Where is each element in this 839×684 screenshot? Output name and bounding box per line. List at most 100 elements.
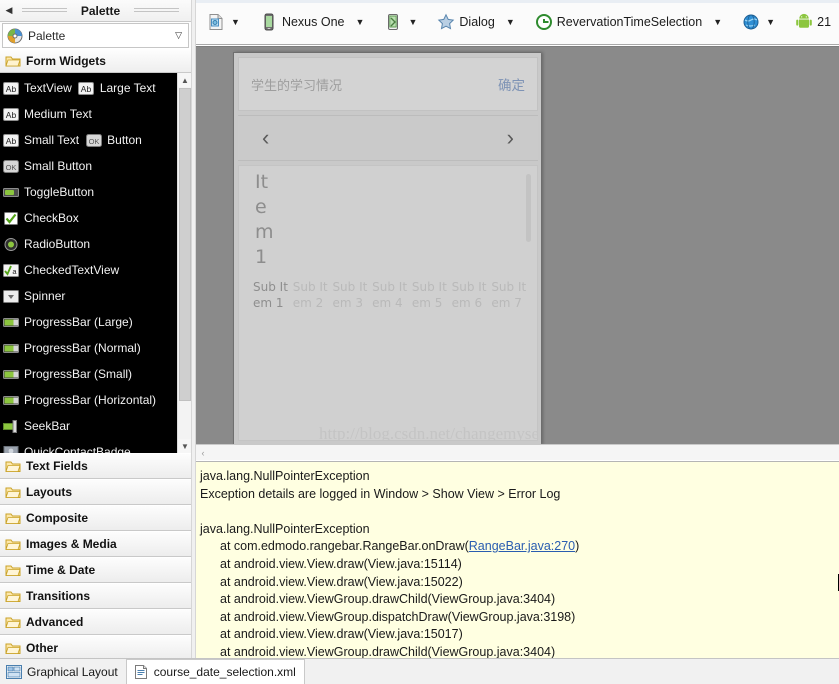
palette-category-label: Advanced bbox=[26, 615, 84, 629]
widget-row: ProgressBar (Normal) bbox=[2, 335, 177, 361]
toolbar-locale-chooser[interactable]: ▼ bbox=[739, 9, 784, 35]
palette-category-images-media[interactable]: Images & Media bbox=[0, 531, 191, 557]
palette-category-label: Images & Media bbox=[26, 537, 117, 551]
toolbar-device-chooser[interactable]: Nexus One ▼ bbox=[257, 9, 373, 35]
preview-subitem: Sub Item 7 bbox=[491, 280, 527, 310]
svg-text:Ab: Ab bbox=[5, 84, 16, 94]
palette-widget-small-button[interactable]: OK Small Button bbox=[2, 153, 98, 179]
palette-widget-progressbar-normal[interactable]: ProgressBar (Normal) bbox=[2, 335, 147, 361]
log-line: at android.view.View.draw(View.java:1511… bbox=[220, 556, 462, 571]
chevron-down-icon[interactable]: ▼ bbox=[760, 17, 781, 27]
preview-list-body[interactable]: Item 1 Sub Item 1 Sub Item 2 Sub Item 3 Sub… bbox=[238, 165, 538, 441]
palette-widget-radiobutton[interactable]: RadioButton bbox=[2, 231, 96, 257]
log-line: Exception details are logged in Window >… bbox=[200, 486, 561, 501]
orientation-icon bbox=[384, 13, 402, 31]
folder-open-icon bbox=[5, 54, 21, 68]
chevron-down-icon[interactable]: ▼ bbox=[707, 17, 728, 27]
toolbar-api-level-chooser[interactable]: 21 bbox=[792, 9, 839, 35]
palette-selector-combo[interactable]: Palette ▽ bbox=[2, 23, 189, 48]
palette-category-label: Time & Date bbox=[26, 563, 96, 577]
canvas-horizontal-scrollbar[interactable]: ‹ bbox=[196, 444, 839, 460]
palette-widget-checkedtextview[interactable]: a CheckedTextView bbox=[2, 257, 125, 283]
editor-tab-course-date-selection-xml[interactable]: course_date_selection.xml bbox=[126, 659, 305, 684]
palette-group-form-widgets[interactable]: Form Widgets bbox=[0, 48, 191, 73]
folder-icon bbox=[5, 511, 21, 525]
palette-category-time-date[interactable]: Time & Date bbox=[0, 557, 191, 583]
palette-widget-spinner[interactable]: Spinner bbox=[2, 283, 71, 309]
folder-icon bbox=[5, 615, 21, 629]
scroll-up-icon[interactable]: ▲ bbox=[178, 73, 191, 87]
progressbar-icon bbox=[2, 315, 19, 330]
error-log-panel[interactable]: java.lang.NullPointerException Exception … bbox=[196, 461, 839, 658]
palette-icon bbox=[7, 28, 23, 44]
widget-row: ProgressBar (Large) bbox=[2, 309, 177, 335]
palette-title: Palette bbox=[80, 3, 121, 18]
palette-widget-label: ProgressBar (Small) bbox=[24, 367, 133, 381]
palette-category-composite[interactable]: Composite bbox=[0, 505, 191, 531]
palette-widget-checkbox[interactable]: CheckBox bbox=[2, 205, 85, 231]
svg-text:Ab: Ab bbox=[5, 136, 16, 146]
titlebar-grip-left bbox=[14, 8, 75, 12]
palette-widget-textview[interactable]: Ab TextView bbox=[2, 75, 78, 101]
palette-widget-quickcontactbadge[interactable]: QuickContactBadge bbox=[2, 439, 137, 453]
widget-list: Ab TextView Ab Large Text Ab Medium Text Ab Sma… bbox=[0, 73, 177, 453]
palette-widget-progressbar-horizontal[interactable]: ProgressBar (Horizontal) bbox=[2, 387, 162, 413]
toolbar-theme-chooser-label: Dialog bbox=[459, 15, 495, 29]
globe-icon bbox=[742, 13, 760, 31]
toolbar-activity-chooser[interactable]: RevervationTimeSelection ▼ bbox=[532, 9, 731, 35]
widget-row: ProgressBar (Small) bbox=[2, 361, 177, 387]
chevron-down-icon[interactable]: ▼ bbox=[349, 17, 370, 27]
palette-widget-medium-text[interactable]: Ab Medium Text bbox=[2, 101, 98, 127]
folder-icon bbox=[5, 641, 21, 655]
palette-category-advanced[interactable]: Advanced bbox=[0, 609, 191, 635]
log-line: at android.view.ViewGroup.drawChild(View… bbox=[220, 592, 556, 607]
chevron-down-icon[interactable]: ▼ bbox=[225, 17, 246, 27]
device-preview-frame[interactable]: 学生的学习情况 确定 ‹ › Item 1 Sub Item 1 Sub Item… bbox=[233, 52, 541, 444]
scroll-down-icon[interactable]: ▼ bbox=[178, 439, 191, 453]
scroll-left-icon[interactable]: ‹ bbox=[196, 448, 210, 458]
palette-widget-seekbar[interactable]: SeekBar bbox=[2, 413, 76, 439]
preview-scrollbar-thumb[interactable] bbox=[526, 174, 531, 242]
palette-scrollbar[interactable]: ▲ ▼ bbox=[177, 73, 191, 453]
preview-title-text: 学生的学习情况 bbox=[251, 78, 343, 94]
palette-category-text-fields[interactable]: Text Fields bbox=[0, 453, 191, 479]
collapse-left-arrow-icon[interactable]: ◀ bbox=[4, 5, 14, 17]
palette-widget-progressbar-small[interactable]: ProgressBar (Small) bbox=[2, 361, 138, 387]
green-circle-icon bbox=[535, 13, 553, 31]
svg-text:Ab: Ab bbox=[5, 110, 16, 120]
palette-widget-progressbar-large[interactable]: ProgressBar (Large) bbox=[2, 309, 139, 335]
preview-confirm-button[interactable]: 确定 bbox=[498, 74, 525, 94]
editor-tab-graphical-layout[interactable]: Graphical Layout bbox=[0, 659, 127, 684]
palette-widget-small-text[interactable]: Ab Small Text bbox=[2, 127, 85, 153]
log-line-suffix: ) bbox=[575, 539, 580, 554]
toolbar-orientation-chooser[interactable]: ▼ bbox=[381, 9, 426, 35]
log-stack-link[interactable]: RangeBar.java:270 bbox=[469, 539, 575, 553]
log-line: at android.view.ViewGroup.dispatchDraw(V… bbox=[220, 609, 576, 624]
toolbar-config-chooser[interactable]: ▼ bbox=[204, 9, 249, 35]
toolbar-device-chooser-label: Nexus One bbox=[281, 15, 345, 29]
eclipse-adt-window: ◀ Palette Palette ▽ Form Widgets Ab Text… bbox=[0, 0, 839, 684]
log-line-text: at com.edmodo.rangebar.RangeBar.onDraw( bbox=[220, 539, 469, 554]
chevron-down-icon[interactable]: ▼ bbox=[402, 17, 423, 27]
palette-category-layouts[interactable]: Layouts bbox=[0, 479, 191, 505]
progressbar-icon bbox=[2, 393, 19, 408]
widget-row: Ab Medium Text bbox=[2, 101, 177, 127]
preview-subitem-row: Sub Item 1 Sub Item 2 Sub Item 3 Sub Item 4… bbox=[253, 279, 531, 311]
chevron-down-icon[interactable]: ▽ bbox=[175, 30, 184, 41]
chevron-left-icon[interactable]: ‹ bbox=[262, 127, 269, 149]
editor-tab-label: course_date_selection.xml bbox=[153, 665, 296, 679]
palette-scrollbar-thumb[interactable] bbox=[179, 88, 191, 401]
palette-widget-button[interactable]: OK Button bbox=[85, 127, 148, 153]
ab-textview-icon: Ab bbox=[2, 133, 19, 148]
palette-category-transitions[interactable]: Transitions bbox=[0, 583, 191, 609]
log-line: at android.view.View.draw(View.java:1501… bbox=[220, 627, 463, 642]
toolbar-theme-chooser[interactable]: Dialog ▼ bbox=[434, 9, 523, 35]
chevron-right-icon[interactable]: › bbox=[507, 127, 514, 149]
palette-widget-label: RadioButton bbox=[24, 237, 91, 251]
palette-widget-togglebutton[interactable]: ToggleButton bbox=[2, 179, 100, 205]
layout-canvas[interactable]: 学生的学习情况 确定 ‹ › Item 1 Sub Item 1 Sub Item… bbox=[196, 46, 839, 444]
palette-widget-large-text[interactable]: Ab Large Text bbox=[78, 75, 162, 101]
chevron-down-icon[interactable]: ▼ bbox=[500, 17, 521, 27]
widget-row: ProgressBar (Horizontal) bbox=[2, 387, 177, 413]
palette-widget-label: CheckedTextView bbox=[24, 263, 120, 277]
